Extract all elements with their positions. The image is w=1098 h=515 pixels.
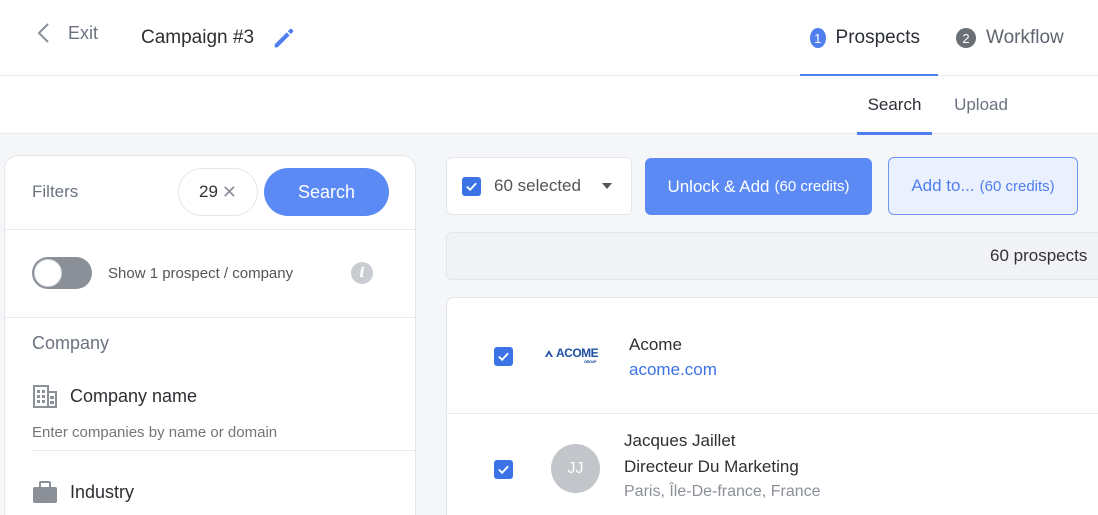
one-per-company-row: Show 1 prospect / company i xyxy=(5,230,415,318)
step-workflow[interactable]: 2 Workflow xyxy=(938,0,1098,76)
briefcase-icon xyxy=(33,481,57,503)
prospect-name[interactable]: Jacques Jaillet xyxy=(624,431,736,451)
tab-search[interactable]: Search xyxy=(857,76,932,135)
list-item[interactable]: ACOME GROUP Acome acome.com xyxy=(447,298,1098,414)
divider xyxy=(32,450,416,451)
results-list: ACOME GROUP Acome acome.com JJ Jacques J… xyxy=(446,297,1098,515)
selection-dropdown[interactable]: 60 selected xyxy=(446,157,632,215)
check-icon xyxy=(498,352,509,362)
company-name-label: Company name xyxy=(70,385,198,406)
results-count-bar: 60 prospects xyxy=(446,232,1098,280)
campaign-title-area: Campaign #3 xyxy=(141,24,298,52)
pencil-icon[interactable] xyxy=(270,24,298,52)
filters-title: Filters xyxy=(32,182,79,201)
one-per-company-toggle[interactable] xyxy=(32,257,92,289)
step-label: Prospects xyxy=(835,27,920,48)
check-icon xyxy=(498,465,509,475)
company-logo: ACOME GROUP xyxy=(544,346,599,364)
stepper: 1 Prospects 2 Workflow xyxy=(800,0,1098,77)
industry-label: Industry xyxy=(70,481,135,502)
company-name-input[interactable] xyxy=(32,424,392,441)
addto-credits: (60 credits) xyxy=(979,177,1055,195)
company-logo-subtext: GROUP xyxy=(584,359,597,364)
chevron-down-icon xyxy=(601,183,612,189)
step-label: Workflow xyxy=(986,27,1064,48)
list-item[interactable]: JJ Jacques Jaillet Directeur Du Marketin… xyxy=(447,414,1098,515)
toggle-label: Show 1 prospect / company xyxy=(108,265,294,282)
industry-filter[interactable]: Industry xyxy=(32,480,134,504)
unlock-label: Unlock & Add xyxy=(667,176,770,196)
prospect-location: Paris, Île-De-france, France xyxy=(624,483,821,500)
filter-count-pill[interactable]: 29 ✕ xyxy=(178,168,258,216)
company-logo-text: ACOME xyxy=(556,346,599,360)
step-number: 2 xyxy=(956,28,976,48)
avatar: JJ xyxy=(551,444,600,493)
close-icon[interactable]: ✕ xyxy=(222,182,237,203)
unlock-credits: (60 credits) xyxy=(774,178,850,195)
prospects-count: 60 prospects xyxy=(990,246,1088,265)
logo-mark-icon xyxy=(545,349,553,357)
sub-tab-bar: Search Upload xyxy=(0,76,1098,135)
filters-header: Filters 29 ✕ Search xyxy=(5,156,415,230)
company-name: Acome xyxy=(629,335,682,354)
select-all-checkbox[interactable] xyxy=(462,176,481,196)
row-checkbox[interactable] xyxy=(494,460,513,479)
top-bar: Exit Campaign #3 1 Prospects 2 Workflow xyxy=(0,0,1098,77)
section-title-company: Company xyxy=(32,333,110,353)
building-icon xyxy=(33,385,57,408)
company-domain-link[interactable]: acome.com xyxy=(629,360,717,380)
tab-upload[interactable]: Upload xyxy=(942,76,1020,134)
filter-count: 29 xyxy=(198,182,218,201)
prospect-title: Directeur Du Marketing xyxy=(624,457,799,476)
add-to-button[interactable]: Add to... (60 credits) xyxy=(888,157,1078,215)
campaign-title: Campaign #3 xyxy=(141,27,255,48)
filters-panel: Filters 29 ✕ Search Show 1 prospect / co… xyxy=(4,155,416,515)
addto-label: Add to... xyxy=(911,176,975,195)
exit-label: Exit xyxy=(68,22,99,43)
step-number: 1 xyxy=(810,28,826,48)
exit-button[interactable]: Exit xyxy=(34,22,98,44)
check-icon xyxy=(466,182,477,191)
row-checkbox[interactable] xyxy=(494,347,513,366)
unlock-add-button[interactable]: Unlock & Add (60 credits) xyxy=(645,158,872,215)
step-prospects[interactable]: 1 Prospects xyxy=(800,0,938,77)
chevron-left-icon xyxy=(37,23,49,43)
info-icon[interactable]: i xyxy=(351,262,373,284)
company-name-filter[interactable]: Company name xyxy=(32,384,197,408)
toggle-knob xyxy=(34,259,62,287)
search-button[interactable]: Search xyxy=(264,168,389,216)
selected-count: 60 selected xyxy=(494,176,581,195)
